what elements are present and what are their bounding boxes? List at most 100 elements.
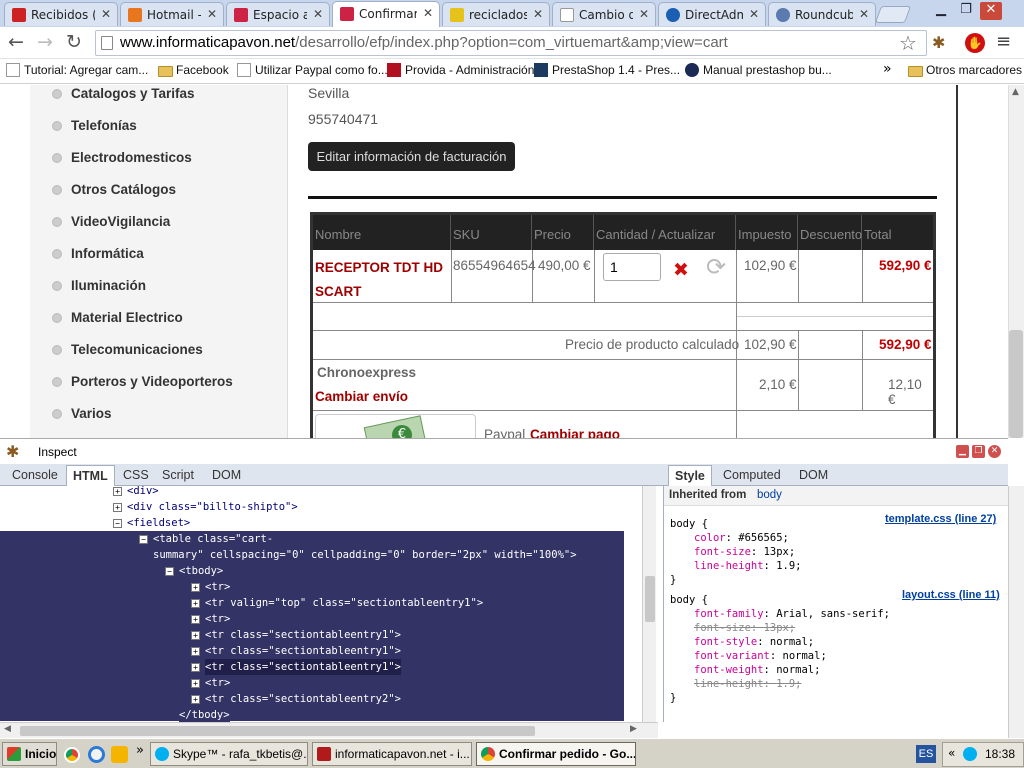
collapse-icon[interactable]: − — [165, 567, 174, 576]
tree-node[interactable]: <fieldset> — [127, 515, 190, 531]
bookmark-manual[interactable]: Manual prestashop bu... — [685, 62, 832, 79]
collapse-icon[interactable]: − — [113, 519, 122, 528]
tree-node[interactable]: <div> — [127, 486, 159, 499]
tree-node-hover[interactable]: <tr class="sectiontableentry1"> — [205, 659, 401, 675]
tree-node[interactable]: </tbody> — [179, 707, 230, 722]
scroll-up-icon[interactable]: ▲ — [1012, 87, 1019, 97]
expand-icon[interactable]: + — [191, 583, 200, 592]
css-property[interactable]: font-variant: normal; — [694, 649, 827, 663]
category-catalogos[interactable]: Catalogos y Tarifas — [50, 85, 195, 104]
css-property[interactable]: color: #656565; — [694, 531, 789, 545]
quicklaunch-chevron[interactable]: » — [136, 743, 144, 758]
bookmark-paypal[interactable]: Utilizar Paypal como fo... — [237, 62, 388, 79]
ie-launcher-icon[interactable] — [88, 746, 105, 763]
category-videovigilancia[interactable]: VideoVigilancia — [50, 212, 170, 232]
close-icon[interactable]: ✕ — [207, 7, 217, 21]
collapse-icon[interactable]: − — [139, 535, 148, 544]
close-icon[interactable]: ✕ — [859, 7, 869, 21]
style-scrollbar[interactable] — [1008, 486, 1024, 738]
expand-icon[interactable]: + — [191, 695, 200, 704]
change-shipping-link[interactable]: Cambiar envío — [315, 389, 408, 404]
category-telefonias[interactable]: Telefonías — [50, 116, 137, 136]
back-icon[interactable]: ← — [4, 30, 28, 54]
close-window-icon[interactable]: ✕ — [980, 2, 1002, 20]
tab-side-dom[interactable]: DOM — [793, 468, 834, 482]
tree-node[interactable]: <tr class="sectiontableentry1"> — [205, 643, 401, 659]
quantity-input[interactable] — [603, 253, 661, 281]
address-bar[interactable]: www.informaticapavon.net/desarrollo/efp/… — [95, 30, 927, 56]
firebug-icon[interactable]: ✱ — [932, 33, 952, 53]
css-property[interactable]: line-height: 1.9; — [694, 559, 802, 573]
taskbar-filezilla[interactable]: informaticapavon.net - i... — [312, 742, 472, 766]
tab-espacio[interactable]: Espacio al c✕ — [226, 2, 330, 26]
product-name[interactable]: RECEPTOR TDT HD SCART — [315, 256, 443, 304]
close-icon[interactable]: ✕ — [423, 6, 433, 20]
close-firebug-icon[interactable]: ✕ — [988, 445, 1001, 458]
expand-icon[interactable]: + — [191, 599, 200, 608]
rule-source-link[interactable]: layout.css (line 11) — [902, 589, 1000, 601]
expand-icon[interactable]: + — [191, 615, 200, 624]
category-telecomunicaciones[interactable]: Telecomunicaciones — [50, 340, 203, 360]
tree-node[interactable]: <tr valign="top" class="sectiontableentr… — [205, 595, 484, 611]
tree-node[interactable]: <tr> — [205, 611, 231, 627]
tab-directadmin[interactable]: DirectAdmi✕ — [658, 2, 766, 26]
category-varios[interactable]: Varios — [50, 404, 112, 424]
tab-confirmar[interactable]: Confirmar p✕ — [332, 1, 440, 27]
css-property[interactable]: font-style: normal; — [694, 635, 814, 649]
tab-console[interactable]: Console — [6, 468, 64, 482]
html-scrollbar-thumb[interactable] — [645, 576, 655, 622]
expand-icon[interactable]: + — [191, 631, 200, 640]
tree-node[interactable]: <tr> — [205, 579, 231, 595]
expand-icon[interactable]: + — [191, 647, 200, 656]
language-indicator[interactable]: ES — [916, 745, 936, 763]
tree-node[interactable]: <tr class="sectiontableentry1"> — [205, 627, 401, 643]
tree-node[interactable]: <tbody> — [179, 563, 224, 579]
css-property[interactable]: font-weight: normal; — [694, 663, 820, 677]
minimize-firebug-icon[interactable]: ▁ — [956, 445, 969, 458]
tab-roundcube[interactable]: Roundcube✕ — [768, 2, 876, 26]
restore-icon[interactable]: ❐ — [955, 2, 977, 20]
bookmark-star-icon[interactable]: ☆ — [899, 31, 917, 55]
delete-icon[interactable]: ✖ — [673, 259, 689, 281]
tab-html[interactable]: HTML — [66, 465, 115, 486]
category-porteros[interactable]: Porteros y Videoporteros — [50, 372, 233, 392]
tree-node[interactable]: <div class="billto-shipto"> — [127, 499, 298, 515]
tab-recibidos[interactable]: Recibidos (✕ — [4, 2, 118, 26]
tab-dom[interactable]: DOM — [206, 468, 247, 482]
expand-icon[interactable]: + — [113, 503, 122, 512]
edit-billing-button[interactable]: Editar información de facturación — [308, 142, 515, 171]
close-icon[interactable]: ✕ — [639, 7, 649, 21]
bookmark-prestashop[interactable]: PrestaShop 1.4 - Pres... — [534, 62, 680, 79]
html-hscroll-thumb[interactable] — [20, 726, 535, 736]
css-property[interactable]: font-family: Arial, sans-serif; — [694, 607, 890, 621]
bookmark-tutorial[interactable]: Tutorial: Agregar cam... — [6, 62, 148, 79]
tab-hotmail[interactable]: Hotmail - r✕ — [120, 2, 224, 26]
css-property-overridden[interactable]: line-height: 1.9; — [694, 677, 802, 691]
category-iluminacion[interactable]: Iluminación — [50, 276, 146, 296]
scroll-left-icon[interactable]: ◀ — [4, 724, 11, 734]
inspect-button[interactable]: Inspect — [38, 445, 77, 459]
rule-source-link[interactable]: template.css (line 27) — [885, 513, 996, 525]
bookmark-provida[interactable]: Provida - Administración — [387, 62, 534, 79]
tree-node[interactable]: <tr class="sectiontableentry2"> — [205, 691, 401, 707]
expand-icon[interactable]: + — [191, 679, 200, 688]
close-icon[interactable]: ✕ — [749, 7, 759, 21]
other-bookmarks[interactable]: Otros marcadores — [908, 62, 1022, 79]
taskbar-skype[interactable]: Skype™ - rafa_tkbetis@... — [150, 742, 308, 766]
update-icon[interactable]: ⟳ — [706, 253, 726, 281]
change-payment-link[interactable]: Cambiar pago — [530, 427, 620, 438]
firebug-icon[interactable]: ✱ — [6, 442, 19, 461]
css-property-overridden[interactable]: font-size: 13px; — [694, 621, 795, 635]
tab-computed[interactable]: Computed — [717, 468, 787, 482]
bookmarks-overflow-chevron[interactable]: » — [883, 61, 892, 77]
category-material-electrico[interactable]: Material Electrico — [50, 308, 183, 328]
category-otros-catalogos[interactable]: Otros Catálogos — [50, 180, 176, 200]
forward-icon[interactable]: → — [33, 30, 57, 54]
html-horizontal-scrollbar[interactable]: ◀ ▶ — [0, 722, 658, 738]
inherited-element-link[interactable]: body — [757, 489, 782, 501]
tab-cambio[interactable]: Cambio de✕ — [552, 2, 656, 26]
category-electrodomesticos[interactable]: Electrodomesticos — [50, 148, 192, 168]
taskbar-chrome[interactable]: Confirmar pedido - Go... — [476, 742, 636, 766]
tree-node[interactable]: <tr> — [205, 675, 231, 691]
adblock-icon[interactable]: ✋ — [965, 33, 985, 53]
